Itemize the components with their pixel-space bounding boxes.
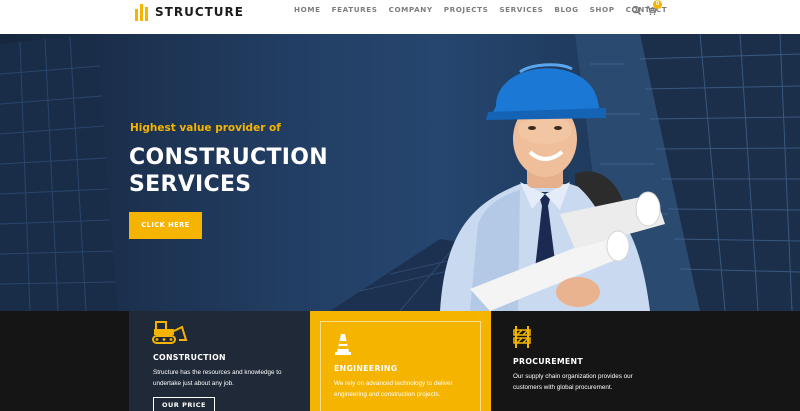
- hero-title: CONSTRUCTION SERVICES: [129, 144, 328, 198]
- main-nav: HOME FEATURES COMPANY PROJECTS SERVICES …: [294, 5, 678, 14]
- nav-item-projects[interactable]: PROJECTS: [444, 5, 489, 14]
- nav-item-services[interactable]: SERVICES: [499, 5, 543, 14]
- logo-icon: [135, 3, 149, 21]
- features-strip: CONSTRUCTION Structure has the resources…: [0, 311, 800, 411]
- feature-card-construction: CONSTRUCTION Structure has the resources…: [129, 311, 310, 411]
- nav-item-features[interactable]: FEATURES: [332, 5, 378, 14]
- card-title: ENGINEERING: [334, 364, 398, 373]
- card-description: Structure has the resources and knowledg…: [153, 369, 282, 387]
- our-price-button[interactable]: OUR PRICE: [153, 397, 215, 411]
- search-icon[interactable]: [631, 5, 642, 16]
- brand-name: STRUCTURE: [155, 5, 244, 19]
- hero-title-line-1: CONSTRUCTION: [129, 145, 328, 170]
- nav-item-shop[interactable]: SHOP: [590, 5, 615, 14]
- traffic-cone-icon: [335, 334, 351, 355]
- hero-subtitle: Highest value provider of: [130, 122, 281, 134]
- card-title: CONSTRUCTION: [153, 353, 226, 362]
- hero-banner: Highest value provider of CONSTRUCTION S…: [0, 34, 800, 311]
- bulldozer-icon: [152, 321, 188, 344]
- cart-count-badge: 0: [653, 0, 662, 9]
- nav-item-blog[interactable]: BLOG: [554, 5, 578, 14]
- card-description: We rely on advanced technology to delive…: [334, 380, 453, 398]
- site-header: STRUCTURE HOME FEATURES COMPANY PROJECTS…: [0, 0, 800, 34]
- feature-card-procurement: PROCUREMENT Our supply chain organizatio…: [491, 311, 671, 411]
- click-here-button[interactable]: CLICK HERE: [129, 212, 202, 239]
- card-description: Our supply chain organization provides o…: [513, 373, 633, 391]
- hero-background-image: [0, 34, 800, 311]
- nav-item-company[interactable]: COMPANY: [389, 5, 433, 14]
- hero-title-line-2: SERVICES: [129, 172, 252, 197]
- feature-card-engineering: ENGINEERING We rely on advanced technolo…: [310, 311, 491, 411]
- logo[interactable]: STRUCTURE: [135, 3, 244, 21]
- road-barrier-icon: [513, 326, 531, 348]
- card-title: PROCUREMENT: [513, 357, 583, 366]
- nav-item-home[interactable]: HOME: [294, 5, 321, 14]
